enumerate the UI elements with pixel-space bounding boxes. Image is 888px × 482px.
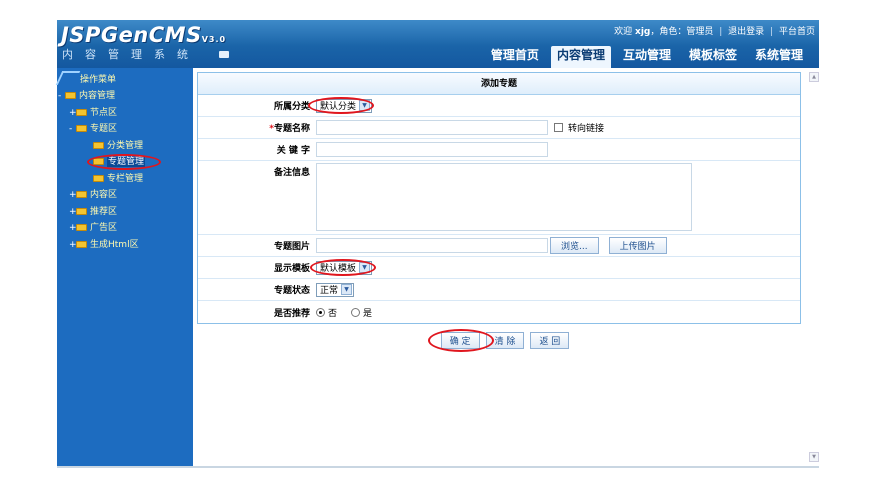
expand-icon[interactable]: +: [69, 187, 77, 204]
main-content: 添加专题 所属分类 默认分类 ▼ *专题名称 转向链接 关 键 字 备注信息 专…: [197, 72, 801, 462]
row-keywords: 关 键 字: [198, 139, 800, 161]
status-label: 专题状态: [273, 286, 310, 296]
sidebar-item-content-management[interactable]: - 内容管理: [57, 88, 193, 105]
row-name: *专题名称 转向链接: [198, 117, 800, 139]
sidebar-item-recommend-area[interactable]: + 推荐区: [57, 204, 193, 221]
image-path-input[interactable]: [316, 238, 548, 253]
upload-image-button[interactable]: 上传图片: [608, 237, 667, 254]
sidebar-item-category-management[interactable]: 分类管理: [57, 138, 193, 155]
clear-button[interactable]: 清 除: [485, 332, 525, 349]
tab-content-management[interactable]: 内容管理: [550, 46, 611, 68]
folder-icon: [76, 108, 87, 116]
row-status: 专题状态 正常 ▼: [198, 279, 800, 301]
sidebar-item-ad-area[interactable]: + 广告区: [57, 220, 193, 237]
scroll-up-button[interactable]: ▲: [809, 72, 819, 82]
tab-template-tags[interactable]: 模板标签: [683, 46, 743, 64]
menu-icon: [55, 71, 81, 85]
row-template: 显示模板 默认模板 ▼: [198, 257, 800, 279]
template-label: 显示模板: [273, 264, 310, 274]
category-select[interactable]: 默认分类 ▼: [316, 98, 373, 113]
folder-icon: [76, 240, 87, 248]
role-text: ，角色：管理员: [650, 27, 714, 37]
sidebar-item-node-area[interactable]: + 节点区: [57, 105, 193, 122]
collapse-icon[interactable]: -: [69, 121, 76, 138]
form-actions: 确 定 清 除 返 回: [209, 329, 801, 352]
folder-icon: [93, 141, 104, 149]
tab-interaction-management[interactable]: 互动管理: [617, 46, 677, 64]
sidebar-item-content-area[interactable]: + 内容区: [57, 187, 193, 204]
back-button[interactable]: 返 回: [530, 332, 570, 349]
homepage-link[interactable]: 平台首页: [779, 27, 815, 37]
logo: JSPGenCMSV3.0: [61, 23, 227, 47]
site-subtitle: 内容管理系统: [62, 48, 200, 61]
redirect-checkbox[interactable]: [554, 123, 563, 132]
row-notes: 备注信息: [198, 161, 800, 235]
folder-icon: [93, 158, 104, 165]
row-image: 专题图片 浏览... 上传图片: [198, 235, 800, 257]
recommend-yes-radio[interactable]: [351, 307, 361, 317]
welcome-text: 欢迎: [614, 27, 633, 37]
expand-icon[interactable]: +: [69, 105, 77, 122]
tab-system-management[interactable]: 系统管理: [749, 46, 809, 64]
redirect-label: 转向链接: [568, 124, 605, 134]
sidebar-item-column-management[interactable]: 专栏管理: [57, 171, 193, 188]
expand-icon[interactable]: +: [69, 220, 77, 237]
folder-icon: [76, 207, 87, 215]
collapse-icon[interactable]: -: [58, 88, 65, 105]
status-select[interactable]: 正常 ▼: [316, 282, 355, 297]
folder-icon: [65, 92, 76, 99]
category-label: 所属分类: [273, 102, 310, 112]
chevron-down-icon: ▼: [341, 284, 353, 295]
template-select[interactable]: 默认模板 ▼: [316, 260, 373, 275]
sidebar: 操作菜单 - 内容管理 + 节点区 - 专题区 分类管理 专题管理 专栏管理 + 内容区…: [55, 68, 193, 468]
folder-icon: [76, 224, 87, 231]
sidebar-item-topic-area[interactable]: - 专题区: [57, 121, 193, 138]
name-label: *专题名称: [269, 124, 310, 134]
top-links: 欢迎 xjg，角色：管理员 | 退出登录 | 平台首页: [614, 27, 815, 37]
sidebar-item-topic-management[interactable]: 专题管理: [57, 154, 193, 171]
folder-icon: [76, 125, 87, 132]
folder-icon: [76, 191, 87, 198]
image-label: 专题图片: [273, 242, 310, 252]
notes-textarea[interactable]: [316, 163, 692, 231]
expand-icon[interactable]: +: [69, 237, 77, 254]
username: xjg: [635, 27, 651, 37]
keywords-label: 关 键 字: [276, 146, 310, 156]
browse-button[interactable]: 浏览...: [550, 237, 599, 254]
header: JSPGenCMSV3.0 内容管理系统 欢迎 xjg，角色：管理员 | 退出登…: [57, 20, 819, 68]
app-window: JSPGenCMSV3.0 内容管理系统 欢迎 xjg，角色：管理员 | 退出登…: [55, 20, 819, 468]
topic-name-input[interactable]: [316, 120, 548, 135]
chevron-down-icon: ▼: [359, 100, 371, 111]
scroll-down-button[interactable]: ▼: [809, 452, 819, 462]
add-topic-form: 添加专题 所属分类 默认分类 ▼ *专题名称 转向链接 关 键 字 备注信息 专…: [197, 72, 801, 324]
expand-icon[interactable]: +: [69, 204, 77, 221]
confirm-button[interactable]: 确 定: [440, 332, 480, 349]
logout-link[interactable]: 退出登录: [728, 27, 764, 37]
tab-admin-home[interactable]: 管理首页: [485, 46, 545, 64]
row-category: 所属分类 默认分类 ▼: [198, 95, 800, 117]
recommend-no-radio[interactable]: [316, 307, 325, 317]
sidebar-item-html-area[interactable]: + 生成Html区: [57, 237, 193, 254]
notes-label: 备注信息: [273, 168, 310, 178]
chevron-down-icon: ▼: [359, 262, 371, 273]
folder-icon: [93, 174, 104, 182]
keywords-input[interactable]: [316, 142, 548, 157]
row-recommend: 是否推荐 否 是: [198, 301, 800, 323]
recommend-label: 是否推荐: [273, 308, 310, 319]
form-title: 添加专题: [198, 73, 800, 95]
bottom-divider: [57, 466, 819, 468]
main-nav: 管理首页 内容管理 互动管理 模板标签 系统管理: [479, 46, 809, 68]
sidebar-header: 操作菜单: [55, 68, 193, 88]
sidebar-title: 操作菜单: [80, 74, 117, 85]
screen-icon: [219, 51, 229, 58]
